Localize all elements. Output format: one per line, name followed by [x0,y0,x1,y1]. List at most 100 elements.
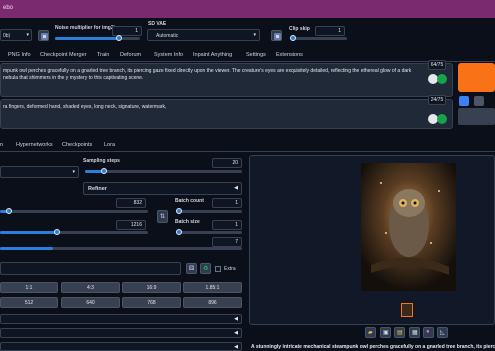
height-slider[interactable] [0,229,148,235]
tab-png-info[interactable]: PNG Info [8,52,31,58]
send-to-inpaint-button[interactable]: ● [423,327,434,338]
clip-skip-slider[interactable] [290,35,347,41]
subtab-divider [0,151,495,152]
negative-refresh-icon[interactable] [437,114,447,124]
height-slider-fill [0,231,57,234]
size-768-button[interactable]: 768 [122,297,181,308]
height-slider-knob[interactable] [54,229,60,235]
negative-token-counter: 24/75 [428,95,446,105]
tab-inpaint-anything[interactable]: Inpaint Anything [193,52,232,58]
cfg-slider-fill [0,247,53,250]
dice-icon: ⚄ [189,266,195,272]
zip-button[interactable]: ▤ [394,327,405,338]
batch-size-knob[interactable] [176,229,182,235]
tab-deforum[interactable]: Deforum [120,52,141,58]
owl-image[interactable] [361,163,456,291]
seed-input[interactable] [0,262,181,275]
refresh-icon [274,33,281,40]
triangle-left-icon: ◀ [234,330,238,336]
sampling-steps-slider[interactable] [85,168,242,174]
batch-size-value[interactable]: 1 [212,220,242,230]
reuse-seed-button[interactable]: ♻ [200,263,211,274]
app-title: ebo [3,5,14,11]
noise-slider[interactable] [55,35,140,41]
prompt-text[interactable]: mpunk owl perches gracefully on a gnarle… [3,68,423,82]
cfg-slider[interactable] [0,247,242,250]
prompt-box[interactable]: mpunk owl perches gracefully on a gnarle… [0,63,453,97]
send-to-img2img-button[interactable]: ▦ [409,327,420,338]
noise-slider-knob[interactable] [116,35,122,41]
triangle-left-icon: ◀ [234,316,238,322]
clip-skip-label: Clip skip [289,26,310,32]
refiner-accordion[interactable]: Refiner ◀ [83,182,242,195]
batch-count-knob[interactable] [176,208,182,214]
aspect-4-3-button[interactable]: 4:3 [61,282,120,293]
random-seed-button[interactable]: ⚄ [186,263,197,274]
tab-settings[interactable]: Settings [246,52,266,58]
triangle-left-icon: ◀ [234,185,238,191]
sd-vae-label: SD VAE [148,21,167,27]
tab-checkpoint-merger[interactable]: Checkpoint Merger [40,52,86,58]
accordion-1[interactable]: ◀ [0,314,242,324]
title-bar: ebo [0,0,495,18]
subtab-hypernetworks[interactable]: Hypernetworks [16,142,53,148]
batch-size-slider[interactable] [176,229,242,235]
open-folder-button[interactable]: ▰ [365,327,376,338]
sampling-steps-knob[interactable] [101,168,107,174]
clip-skip-slider-knob[interactable] [290,35,296,41]
checkpoint-select[interactable]: 0b) ▾ [0,29,32,41]
tab-extensions[interactable]: Extensions [276,52,303,58]
zip-icon: ▤ [397,330,403,336]
sampling-steps-label: Sampling steps [83,158,120,164]
aspect-185-1-button[interactable]: 1.85:1 [183,282,242,293]
accordion-2[interactable]: ◀ [0,328,242,338]
vae-refresh-button[interactable] [271,30,282,41]
aspect-16-9-button[interactable]: 16:9 [122,282,181,293]
cfg-value[interactable]: 7 [212,237,242,247]
subtab-lora[interactable]: Lora [104,142,115,148]
width-value[interactable]: 832 [116,198,146,208]
prompt-refresh-icon[interactable] [437,74,447,84]
tab-system-info[interactable]: System Info [154,52,183,58]
batch-count-slider[interactable] [176,208,242,214]
refresh-button[interactable] [38,30,49,41]
chevron-down-icon: ▾ [253,32,256,38]
apply-style-button[interactable] [459,96,469,106]
trash-button[interactable] [474,96,484,106]
size-896-button[interactable]: 896 [183,297,242,308]
thumbnail-selected[interactable] [401,303,413,317]
palette-icon: ● [426,329,430,335]
folder-icon: ▰ [368,330,373,336]
sampler-select[interactable]: ▾ [0,166,79,178]
save-button[interactable]: ▣ [380,327,391,338]
accordion-3[interactable]: ◀ [0,342,242,351]
sd-vae-value: Automatic [156,33,179,39]
subtab-checkpoints[interactable]: Checkpoints [62,142,92,148]
size-512-button[interactable]: 512 [0,297,58,308]
output-gallery [249,155,495,325]
generation-caption: A stunningly intricate mechanical steamp… [251,344,495,350]
extra-label: Extra [224,266,236,272]
sampling-steps-value[interactable]: 20 [212,158,242,168]
extra-checkbox[interactable] [215,266,221,272]
width-slider-knob[interactable] [6,208,12,214]
sd-vae-select[interactable]: Automatic ▾ [147,29,260,41]
clip-skip-value[interactable]: 1 [315,26,345,36]
swap-dimensions-button[interactable]: ⇅ [157,210,168,223]
subtab-partial[interactable]: n [0,142,3,148]
batch-count-value[interactable]: 1 [212,198,242,208]
aspect-1-1-button[interactable]: 1:1 [0,282,58,293]
tab-divider [0,61,495,62]
size-640-button[interactable]: 640 [61,297,120,308]
negative-prompt-text[interactable]: ra fingers, deformed hand, shaded eyes, … [3,104,423,111]
tab-train[interactable]: Train [97,52,109,58]
send-to-extras-button[interactable]: ◺ [437,327,448,338]
swap-icon: ⇅ [160,214,166,220]
negative-prompt-box[interactable]: ra fingers, deformed hand, shaded eyes, … [0,99,453,129]
image-icon: ▦ [412,330,418,336]
width-slider[interactable] [0,208,148,214]
chevron-down-icon: ▾ [72,169,75,175]
generate-button[interactable] [458,63,495,92]
styles-dropdown[interactable] [458,108,495,125]
height-value[interactable]: 1216 [116,220,146,230]
